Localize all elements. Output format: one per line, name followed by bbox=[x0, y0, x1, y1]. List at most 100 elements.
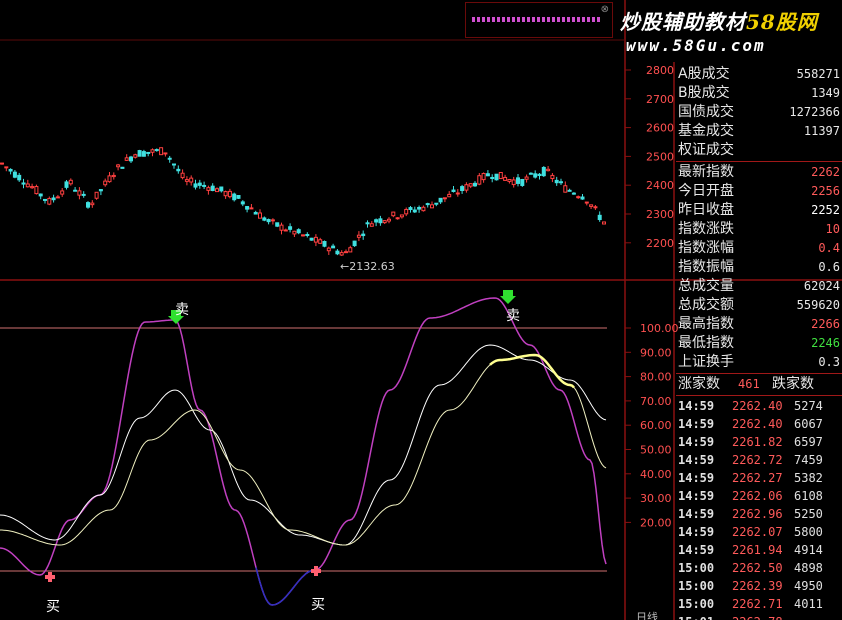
candle-body bbox=[159, 147, 164, 156]
quote-label: 今日开盘 bbox=[678, 183, 734, 199]
candle-body bbox=[163, 152, 168, 155]
candle-body bbox=[197, 182, 202, 186]
candle-body bbox=[227, 190, 232, 198]
candle-body bbox=[258, 212, 262, 219]
candle-body bbox=[580, 196, 585, 200]
tick-row: 14:59 2262.96 5250 bbox=[676, 505, 842, 523]
candle-body bbox=[111, 174, 116, 178]
indicator-legend-box: ⊗ bbox=[465, 2, 613, 38]
indicator-axis: 100.00 90.00 80.00 70.00 60.00 50.00 40.00 30.0… bbox=[625, 322, 679, 529]
candle-body bbox=[296, 229, 301, 234]
tick-price: 2262.07 bbox=[732, 525, 783, 539]
price-tick-label: 2600 bbox=[646, 122, 674, 135]
candle-body bbox=[365, 222, 370, 225]
candle-body bbox=[331, 245, 336, 249]
quote-value: 0.3 bbox=[818, 355, 840, 369]
candle-body bbox=[55, 196, 60, 199]
tick-row: 14:59 2261.94 4914 bbox=[676, 541, 842, 559]
axis-footer-label: 日线 bbox=[636, 610, 658, 620]
tick-volume: 6108 bbox=[794, 489, 823, 503]
watermark: 炒股辅助教材58股网 www.58Gu.com bbox=[616, 4, 842, 60]
candle-body bbox=[404, 208, 409, 215]
tick-price: 2261.82 bbox=[732, 435, 783, 449]
quote-value: 2266 bbox=[811, 317, 840, 331]
quote-row: 国债成交 1272366 bbox=[676, 103, 842, 122]
quote-row: 今日开盘 2256 bbox=[676, 182, 842, 201]
candle-body bbox=[455, 192, 460, 195]
tick-row: 15:00 2262.71 4011 bbox=[676, 595, 842, 613]
candle-body bbox=[60, 190, 65, 195]
candle-body bbox=[180, 172, 185, 179]
candle-body bbox=[215, 188, 219, 193]
close-icon[interactable]: ⊗ bbox=[601, 4, 609, 15]
candle-body bbox=[64, 181, 69, 188]
quote-label: 指数涨跌 bbox=[678, 221, 734, 237]
candle-body bbox=[133, 154, 138, 158]
candle-body bbox=[524, 176, 529, 180]
candle-body bbox=[189, 177, 194, 183]
candle-body bbox=[387, 218, 391, 222]
candle-body bbox=[94, 191, 99, 199]
candle-body bbox=[81, 193, 86, 196]
indicator-lines bbox=[0, 297, 607, 606]
tick-volume: 5800 bbox=[794, 525, 823, 539]
candle-body bbox=[425, 203, 430, 206]
candle-body bbox=[442, 197, 447, 200]
down-count-label: 跌家数 bbox=[772, 376, 814, 392]
tick-volume: 5382 bbox=[794, 471, 823, 485]
tick-row: 14:59 2262.07 5800 bbox=[676, 523, 842, 541]
candle-body bbox=[576, 196, 581, 199]
candle-body bbox=[335, 250, 340, 255]
candle-body bbox=[503, 176, 508, 181]
tick-time: 15:01 bbox=[678, 613, 714, 620]
quote-row: A股成交 558271 bbox=[676, 65, 842, 84]
price-tick-label: 2500 bbox=[646, 150, 674, 163]
candle-body bbox=[485, 173, 490, 177]
indicator-tick-label: 70.00 bbox=[640, 395, 672, 408]
quote-value: 0.4 bbox=[818, 241, 840, 255]
candle-body bbox=[21, 182, 26, 185]
quote-row: 指数振幅 0.6 bbox=[676, 258, 842, 277]
candle-body bbox=[73, 189, 78, 192]
rsi-line bbox=[0, 297, 607, 606]
tick-time: 14:59 bbox=[678, 435, 715, 449]
tick-time: 14:59 bbox=[678, 471, 715, 485]
candle-body bbox=[460, 186, 465, 191]
candle-body bbox=[507, 178, 512, 182]
candle-body bbox=[210, 185, 215, 192]
candle-body bbox=[253, 211, 258, 215]
candle-body bbox=[391, 211, 396, 217]
candle-body bbox=[270, 219, 275, 222]
candle-body bbox=[589, 204, 594, 207]
tick-volume: 6067 bbox=[794, 417, 823, 431]
tick-time: 14:59 bbox=[678, 453, 715, 467]
candle-body bbox=[602, 221, 606, 225]
quote-label: 指数涨幅 bbox=[678, 240, 734, 256]
tick-volume: 4950 bbox=[794, 579, 823, 593]
sell-signal-label: 卖 bbox=[506, 308, 520, 324]
quote-row: 基金成交 11397 bbox=[676, 122, 842, 141]
rsi-line-oversold bbox=[255, 567, 315, 606]
candle-body bbox=[322, 241, 327, 247]
candle-body bbox=[412, 209, 417, 213]
candle-body bbox=[567, 189, 572, 192]
indicator-tick-label: 80.00 bbox=[640, 371, 672, 384]
quote-label: 国债成交 bbox=[678, 104, 734, 120]
tick-price: 2262.39 bbox=[732, 579, 783, 593]
candle-body bbox=[90, 202, 95, 206]
price-axis: 2800 2700 2600 2500 2400 2300 2200 bbox=[625, 64, 674, 250]
tick-time: 14:59 bbox=[678, 489, 715, 503]
quote-value: 10 bbox=[825, 222, 840, 236]
candle-body bbox=[68, 179, 73, 185]
candle-body bbox=[382, 220, 387, 224]
candle-body bbox=[86, 202, 90, 208]
candle-body bbox=[477, 175, 482, 185]
up-count-value: 461 bbox=[738, 377, 760, 391]
candle-body bbox=[550, 174, 555, 180]
candle-body bbox=[176, 168, 181, 172]
breadth-row: 涨家数 461 跌家数 bbox=[676, 375, 842, 394]
candle-body bbox=[434, 202, 439, 205]
candle-body bbox=[137, 150, 142, 157]
candle-body bbox=[468, 183, 473, 187]
tick-row: 15:00 2262.50 4898 bbox=[676, 559, 842, 577]
